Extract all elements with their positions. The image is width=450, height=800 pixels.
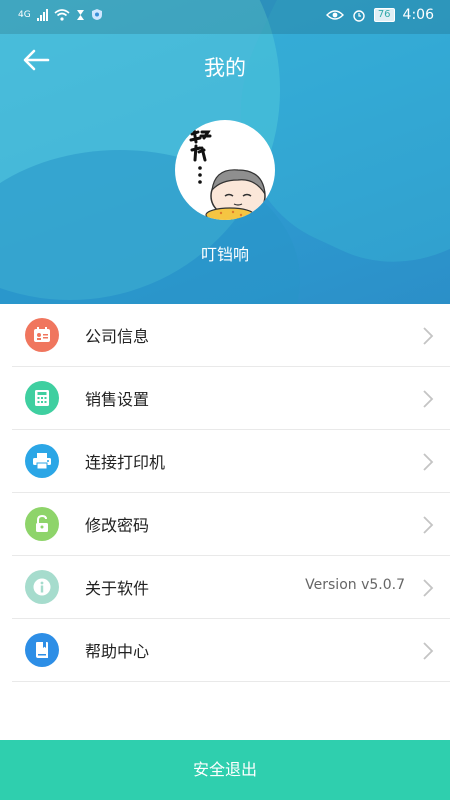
profile-header: 4G 76 4:06 我的 叮铛响 bbox=[0, 0, 450, 304]
avatar[interactable] bbox=[175, 120, 275, 220]
chevron-right-icon bbox=[423, 579, 434, 597]
wifi-icon bbox=[54, 8, 70, 21]
battery-icon: 76 bbox=[373, 8, 395, 22]
chevron-right-icon bbox=[423, 453, 434, 471]
chevron-right-icon bbox=[423, 327, 434, 345]
help-book-icon bbox=[25, 633, 59, 667]
alarm-icon bbox=[353, 10, 365, 22]
info-icon bbox=[25, 570, 59, 604]
calculator-icon bbox=[25, 381, 59, 415]
menu-item-company-info[interactable]: 公司信息 bbox=[12, 304, 450, 367]
shield-icon bbox=[91, 9, 102, 20]
menu-item-about-software[interactable]: 关于软件 Version v5.0.7 bbox=[12, 556, 450, 619]
version-text: Version v5.0.7 bbox=[305, 577, 405, 593]
menu-item-label: 连接打印机 bbox=[85, 453, 166, 472]
network-label: 4G bbox=[18, 9, 31, 20]
menu-item-label: 关于软件 bbox=[85, 579, 150, 598]
username: 叮铛响 bbox=[200, 245, 249, 264]
menu-item-sales-settings[interactable]: 销售设置 bbox=[12, 367, 450, 430]
eye-icon bbox=[325, 10, 344, 20]
menu-item-label: 公司信息 bbox=[85, 327, 150, 346]
page-title: 我的 bbox=[204, 56, 246, 80]
signal-icon bbox=[36, 8, 48, 21]
chevron-right-icon bbox=[423, 390, 434, 408]
logout-button[interactable]: 安全退出 bbox=[0, 740, 450, 800]
company-card-icon bbox=[25, 318, 59, 352]
printer-icon bbox=[25, 444, 59, 478]
status-bar: 4G 76 4:06 bbox=[0, 0, 450, 34]
chevron-right-icon bbox=[423, 642, 434, 660]
menu-item-connect-printer[interactable]: 连接打印机 bbox=[12, 430, 450, 493]
clock-time: 4:06 bbox=[402, 7, 434, 23]
chevron-right-icon bbox=[423, 516, 434, 534]
hourglass-icon bbox=[76, 9, 84, 20]
menu-item-label: 帮助中心 bbox=[85, 642, 150, 661]
avatar-cartoon-image bbox=[189, 128, 266, 220]
unlock-icon bbox=[25, 507, 59, 541]
menu-item-change-password[interactable]: 修改密码 bbox=[12, 493, 450, 556]
menu-item-help-center[interactable]: 帮助中心 bbox=[12, 619, 450, 682]
settings-menu: 公司信息 销售设置 连接打印机 修改密码 关于软件 Version v5.0.7… bbox=[0, 304, 450, 682]
menu-item-label: 修改密码 bbox=[85, 516, 150, 535]
menu-item-label: 销售设置 bbox=[85, 390, 150, 409]
